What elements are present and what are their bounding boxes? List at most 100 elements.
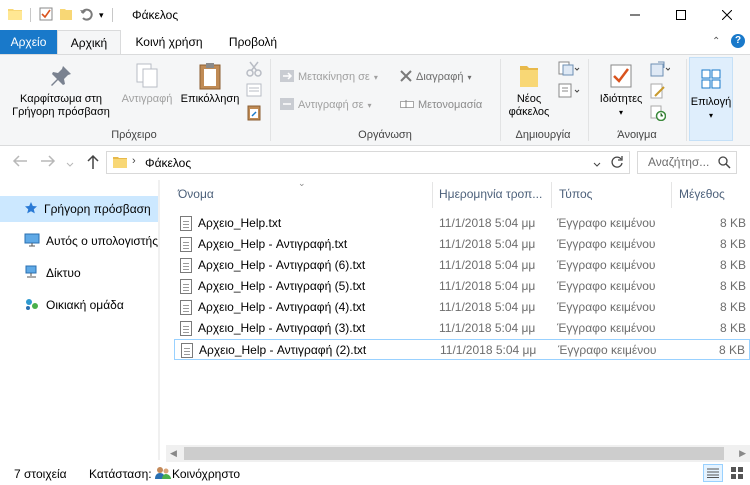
file-row[interactable]: Αρχειο_Help - Αντιγραφή (2).txt 11/1/201…	[174, 339, 750, 360]
nav-item-network[interactable]: Δίκτυο	[0, 260, 158, 286]
open-icon[interactable]	[650, 61, 671, 80]
column-divider[interactable]	[432, 182, 433, 208]
file-row[interactable]: Αρχειο_Help - Αντιγραφή.txt 11/1/2018 5:…	[174, 234, 750, 255]
group-divider	[686, 59, 687, 141]
file-list: ⌄ Όνομα Ημερομηνία τροπ... Τύπος Μέγεθος…	[166, 178, 750, 445]
minimize-ribbon-icon[interactable]: ⌃	[712, 36, 720, 47]
column-header-name[interactable]: Όνομα	[178, 180, 428, 208]
window-title: Φάκελος	[132, 8, 179, 22]
help-icon[interactable]: ?	[731, 34, 745, 48]
paste-button[interactable]: Επικόλληση	[178, 59, 242, 106]
file-date: 11/1/2018 5:04 μμ	[439, 321, 536, 335]
group-new-label: Δημιουργία	[515, 129, 571, 141]
easy-access-icon[interactable]	[558, 83, 580, 102]
nav-item-label: Δίκτυο	[46, 266, 81, 280]
scrollbar-thumb[interactable]	[184, 447, 724, 460]
copy-icon	[116, 59, 178, 93]
file-row[interactable]: Αρχειο_Help - Αντιγραφή (4).txt 11/1/201…	[174, 297, 750, 318]
file-row[interactable]: Αρχειο_Help - Αντιγραφή (3).txt 11/1/201…	[174, 318, 750, 339]
new-item-icon[interactable]	[558, 61, 580, 80]
file-row[interactable]: Αρχειο_Help.txt 11/1/2018 5:04 μμ Έγγραφ…	[174, 213, 750, 234]
column-header-size[interactable]: Μέγεθος	[679, 180, 749, 208]
nav-item-quick-access[interactable]: Γρήγορη πρόσβαση	[0, 196, 158, 222]
file-row[interactable]: Αρχειο_Help - Αντιγραφή (5).txt 11/1/201…	[174, 276, 750, 297]
address-history-icon[interactable]	[593, 157, 601, 171]
address-bar[interactable]: › Φάκελος	[106, 151, 630, 174]
back-arrow-icon[interactable]	[12, 154, 28, 171]
properties-qat-icon[interactable]	[39, 7, 53, 24]
tab-view[interactable]: Προβολή	[220, 30, 286, 54]
customize-qat-icon[interactable]: ▾	[99, 10, 104, 21]
file-size: 8 KB	[719, 258, 746, 272]
shared-users-icon	[155, 466, 171, 483]
title-bar: ▾ Φάκελος	[0, 0, 750, 30]
column-divider[interactable]	[671, 182, 672, 208]
properties-button[interactable]: Ιδιότητες ▾	[594, 59, 648, 119]
new-folder-icon	[506, 59, 552, 93]
ribbon: Καρφίτσωμα στη Γρήγορη πρόσβαση Αντιγραφ…	[0, 54, 750, 146]
cut-icon[interactable]	[246, 61, 262, 80]
select-button[interactable]: Επιλογή ▾	[689, 57, 733, 141]
file-row[interactable]: Αρχειο_Help - Αντιγραφή (6).txt 11/1/201…	[174, 255, 750, 276]
file-type: Έγγραφο κειμένου	[557, 216, 656, 230]
file-size: 8 KB	[719, 279, 746, 293]
maximize-button[interactable]	[658, 0, 704, 30]
copy-to-button[interactable]: Αντιγραφή σε ▾	[280, 95, 372, 115]
file-date: 11/1/2018 5:04 μμ	[439, 258, 536, 272]
file-date: 11/1/2018 5:04 μμ	[439, 279, 536, 293]
move-to-button[interactable]: Μετακίνηση σε ▾	[280, 67, 378, 87]
ribbon-tabs: Αρχείο Αρχική Κοινή χρήση Προβολή ⌃ ?	[0, 30, 750, 55]
column-header-date[interactable]: Ημερομηνία τροπ...	[439, 180, 549, 208]
tab-file[interactable]: Αρχείο	[0, 30, 57, 54]
text-file-icon	[180, 279, 192, 294]
scroll-right-icon[interactable]: ▶	[739, 448, 746, 459]
nav-item-homegroup[interactable]: Οικιακή ομάδα	[0, 292, 158, 318]
text-file-icon	[180, 216, 192, 231]
nav-item-this-pc[interactable]: Αυτός ο υπολογιστής	[0, 228, 158, 254]
tab-home[interactable]: Αρχική	[57, 30, 121, 55]
file-size: 8 KB	[719, 321, 746, 335]
search-icon[interactable]	[718, 156, 731, 172]
status-bar: 7 στοιχεία Κατάσταση: Κοινόχρηστο	[0, 462, 750, 485]
paste-shortcut-icon[interactable]	[246, 105, 262, 124]
history-icon[interactable]	[650, 105, 667, 124]
edit-icon[interactable]	[650, 83, 666, 102]
column-divider[interactable]	[551, 182, 552, 208]
large-icons-view-button[interactable]	[727, 464, 747, 482]
recent-locations-icon[interactable]	[66, 157, 74, 171]
details-view-button[interactable]	[703, 464, 723, 482]
rename-button[interactable]: Μετονομασία	[400, 95, 482, 115]
close-button[interactable]	[704, 0, 750, 30]
copy-path-icon[interactable]	[246, 83, 262, 100]
undo-icon[interactable]	[79, 7, 93, 24]
pin-quick-access-button[interactable]: Καρφίτσωμα στη Γρήγορη πρόσβαση	[6, 59, 116, 119]
up-arrow-icon[interactable]	[86, 154, 100, 173]
copy-button[interactable]: Αντιγραφή	[116, 59, 178, 106]
forward-arrow-icon[interactable]	[40, 154, 56, 171]
details-view-icon	[707, 468, 719, 478]
breadcrumb-current[interactable]: Φάκελος	[145, 156, 191, 170]
tab-share[interactable]: Κοινή χρήση	[128, 30, 210, 54]
scroll-left-icon[interactable]: ◀	[170, 448, 177, 459]
delete-label: Διαγραφή	[416, 71, 464, 83]
delete-button[interactable]: Διαγραφή ▾	[400, 67, 472, 87]
group-divider	[500, 59, 501, 141]
text-file-icon	[180, 321, 192, 336]
folder-icon	[113, 156, 127, 171]
pin-icon	[6, 59, 116, 93]
refresh-icon[interactable]	[610, 155, 624, 172]
star-icon	[24, 201, 38, 218]
copy-to-label: Αντιγραφή σε	[298, 99, 364, 111]
navigation-bar: › Φάκελος Αναζήτησ...	[0, 146, 750, 180]
minimize-button[interactable]	[612, 0, 658, 30]
new-folder-label-line2: φάκελος	[508, 106, 550, 118]
new-folder-qat-icon[interactable]	[59, 7, 73, 24]
navigation-pane-scrollbar[interactable]	[158, 180, 160, 460]
rename-icon	[400, 99, 414, 112]
column-header-type[interactable]: Τύπος	[559, 180, 669, 208]
horizontal-scrollbar[interactable]: ◀ ▶	[166, 445, 750, 462]
file-date: 11/1/2018 5:04 μμ	[440, 343, 537, 357]
new-folder-button[interactable]: Νέος φάκελος	[506, 59, 552, 119]
file-name: Αρχειο_Help - Αντιγραφή (2).txt	[199, 343, 367, 357]
chevron-down-icon: ▾	[467, 72, 472, 82]
